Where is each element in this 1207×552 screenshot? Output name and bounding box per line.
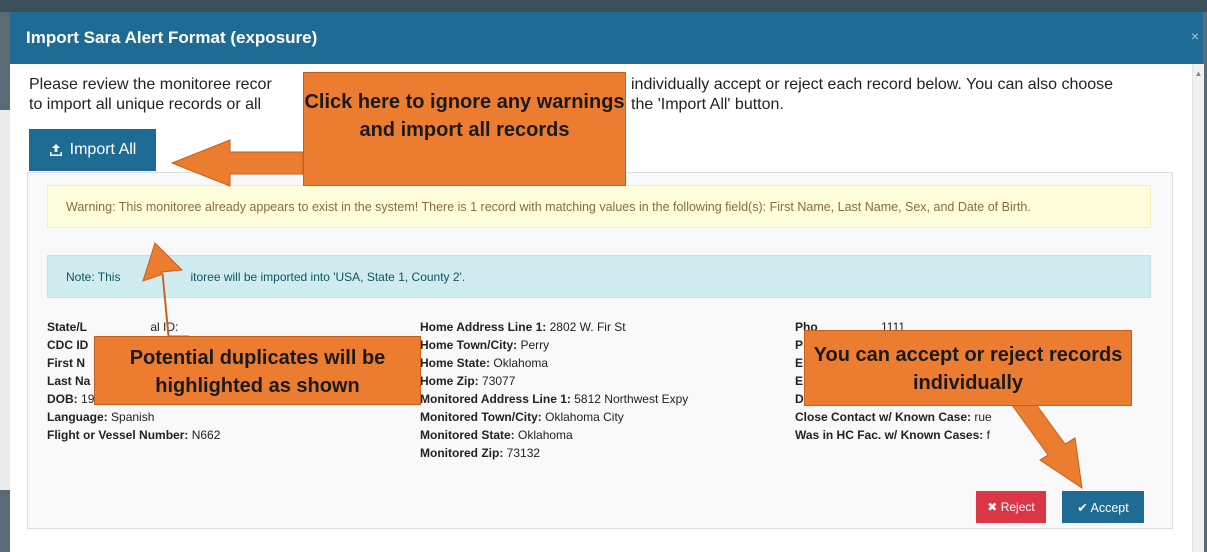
record-field-label: First N <box>47 356 86 370</box>
callout-import-all: Click here to ignore any warnings and im… <box>303 72 626 186</box>
modal-header: Import Sara Alert Format (exposure) × <box>10 12 1203 64</box>
record-field-label: Flight or Vessel Number: <box>47 428 189 442</box>
scroll-up-icon[interactable]: ▲ <box>1193 70 1204 78</box>
record-field-value: 73132 <box>506 446 541 460</box>
record-field-value: Oklahoma <box>493 356 549 370</box>
accept-button[interactable]: ✔ Accept <box>1062 491 1144 523</box>
intro-line-1-end: individually accept or reject each recor… <box>631 76 1114 93</box>
record-field-value: Oklahoma City <box>545 410 624 424</box>
reject-label: Reject <box>1000 500 1035 514</box>
import-all-button[interactable]: Import All <box>29 129 156 171</box>
record-field: Monitored Town/City: Oklahoma City <box>420 408 688 426</box>
record-field-value: Spanish <box>111 410 155 424</box>
record-field: Home Zip: 73077 <box>420 372 688 390</box>
record-field: State/L al ID: <box>47 318 220 336</box>
note-end: itoree will be imported into 'USA, State… <box>190 270 466 284</box>
record-field-tail: al ID: <box>150 320 179 334</box>
intro-line-2-end: the 'Import All' button. <box>631 96 784 113</box>
record-field-label: CDC ID <box>47 338 89 352</box>
note-start: Note: This <box>66 270 121 284</box>
record-field: Home Town/City: Perry <box>420 336 688 354</box>
record-field-label: Home Address Line 1: <box>420 320 547 334</box>
jurisdiction-note: Note: This itoree will be imported into '… <box>47 255 1151 298</box>
record-field-label: Was in HC Fac. w/ Known Cases: <box>795 428 984 442</box>
record-field-label: Monitored Address Line 1: <box>420 392 571 406</box>
record-field: Home State: Oklahoma <box>420 354 688 372</box>
record-field-label: P <box>795 338 804 352</box>
record-field-value: Perry <box>520 338 550 352</box>
record-field-value: 2802 W. Fir St <box>549 320 626 334</box>
close-icon[interactable]: × <box>1191 28 1199 44</box>
record-field-label: Home Zip: <box>420 374 479 388</box>
record-field-label: State/L <box>47 320 88 334</box>
record-field-label: Monitored State: <box>420 428 515 442</box>
record-field-label: Home Town/City: <box>420 338 518 352</box>
record-field: Flight or Vessel Number: N662 <box>47 426 220 444</box>
record-field-label: Last Na <box>47 374 91 388</box>
background-app-edge <box>0 110 10 490</box>
record-field: Language: Spanish <box>47 408 220 426</box>
record-field-value: 73077 <box>482 374 516 388</box>
callout-duplicates: Potential duplicates will be highlighted… <box>94 336 421 405</box>
reject-button[interactable]: ✖ Reject <box>976 491 1046 523</box>
upload-icon <box>49 144 62 156</box>
record-field-label: DOB: <box>47 392 78 406</box>
record-field-value: f <box>986 428 990 442</box>
background-app-strip <box>0 0 1207 12</box>
import-all-label: Import All <box>69 141 137 158</box>
record-field-value: 5812 Northwest Expy <box>574 392 689 406</box>
record-field-label: E <box>795 374 804 388</box>
record-field-label: Close Contact w/ Known Case: <box>795 410 972 424</box>
record-field-value: rue <box>974 410 992 424</box>
modal-title: Import Sara Alert Format (exposure) <box>26 28 318 47</box>
accept-label: Accept <box>1090 500 1129 515</box>
record-field: Home Address Line 1: 2802 W. Fir St <box>420 318 688 336</box>
modal-scrollbar[interactable]: ▲ <box>1192 64 1204 552</box>
duplicate-warning-alert: Warning: This monitoree already appears … <box>47 185 1151 228</box>
record-field-label: E <box>795 356 804 370</box>
record-field-label: Monitored Town/City: <box>420 410 542 424</box>
record-field-value: Oklahoma <box>518 428 573 442</box>
record-field: Monitored State: Oklahoma <box>420 426 688 444</box>
record-field-label: Language: <box>47 410 108 424</box>
record-field: Monitored Address Line 1: 5812 Northwest… <box>420 390 688 408</box>
record-field: Monitored Zip: 73132 <box>420 444 688 462</box>
record-field: Close Contact w/ Known Case: rue <box>795 408 992 426</box>
callout-accept-reject: You can accept or reject records individ… <box>804 330 1132 406</box>
record-field: Was in HC Fac. w/ Known Cases: f <box>795 426 992 444</box>
record-column-address: Home Address Line 1: 2802 W. Fir St Home … <box>420 318 688 462</box>
record-field-label: Home State: <box>420 356 491 370</box>
record-field-label: Monitored Zip: <box>420 446 504 460</box>
record-field-value: N662 <box>191 428 221 442</box>
